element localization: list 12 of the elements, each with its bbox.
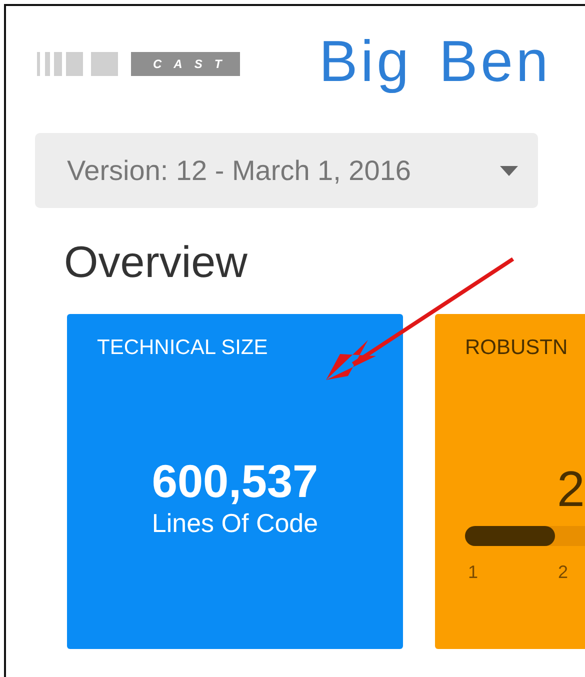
card-title: ROBUSTN bbox=[465, 336, 569, 360]
metric-caption: Lines Of Code bbox=[150, 508, 320, 539]
logo-text: CAST bbox=[131, 52, 240, 76]
tick-label: 1 bbox=[468, 562, 478, 583]
caret-icon bbox=[500, 166, 518, 176]
section-title: Overview bbox=[64, 238, 248, 288]
metric-value: 600,537 bbox=[150, 454, 320, 508]
metric-value: 2 bbox=[557, 460, 585, 518]
version-dropdown[interactable]: Version: 12 - March 1, 2016 bbox=[35, 133, 538, 208]
app-title: Big Ben bbox=[319, 28, 552, 94]
tick-label: 2 bbox=[558, 562, 568, 583]
card-title: TECHNICAL SIZE bbox=[97, 336, 269, 360]
